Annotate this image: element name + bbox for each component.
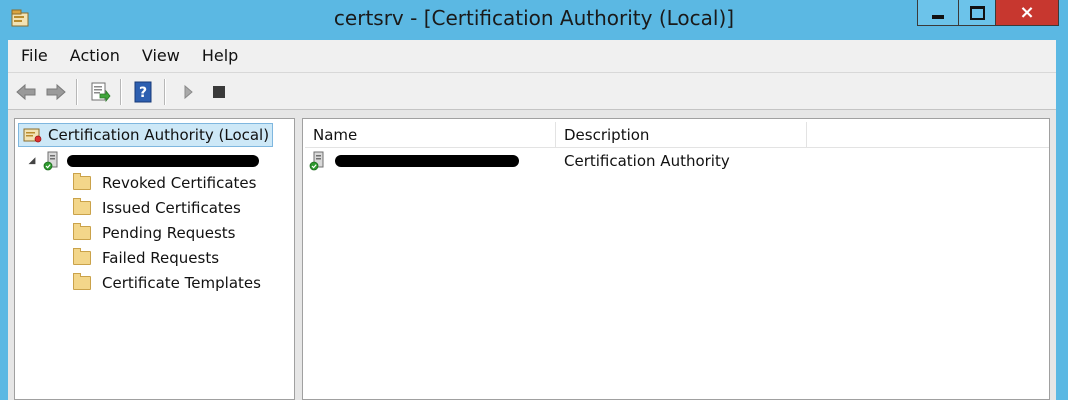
folder-icon xyxy=(73,273,91,290)
window-title: certsrv - [Certification Authority (Loca… xyxy=(333,6,735,30)
tree-root-label: Certification Authority (Local) xyxy=(48,126,270,144)
toolbar: ? xyxy=(8,72,1056,110)
help-glyph: ? xyxy=(139,85,147,101)
folder-icon xyxy=(73,198,91,215)
tree-item-label: Pending Requests xyxy=(102,224,236,242)
back-arrow-icon[interactable] xyxy=(14,80,38,104)
menu-help[interactable]: Help xyxy=(191,40,249,72)
console-tree[interactable]: Certification Authority (Local) ◢ Revoke… xyxy=(14,118,295,400)
folder-icon xyxy=(73,173,91,190)
minimize-button[interactable] xyxy=(917,0,959,26)
redacted-ca-name xyxy=(67,155,259,167)
list-item-description: Certification Authority xyxy=(564,149,730,173)
column-header-name[interactable]: Name xyxy=(305,122,556,148)
menu-action[interactable]: Action xyxy=(59,40,131,72)
tree-item-ca-server[interactable]: ◢ xyxy=(25,149,259,173)
export-list-icon[interactable] xyxy=(88,80,112,104)
toolbar-separator xyxy=(76,79,78,105)
list-item-ca[interactable] xyxy=(309,149,519,173)
tree-item-issued-certificates[interactable]: Issued Certificates xyxy=(73,196,241,220)
forward-arrow-icon[interactable] xyxy=(44,80,68,104)
tree-item-certificate-templates[interactable]: Certificate Templates xyxy=(73,271,261,295)
folder-icon xyxy=(73,248,91,265)
collapse-toggle-icon[interactable]: ◢ xyxy=(25,156,39,166)
tree-item-label: Certificate Templates xyxy=(102,274,261,292)
close-icon: × xyxy=(1019,1,1035,23)
tree-item-root[interactable]: Certification Authority (Local) xyxy=(18,123,273,147)
tree-item-failed-requests[interactable]: Failed Requests xyxy=(73,246,219,270)
toolbar-separator xyxy=(164,79,166,105)
maximize-icon xyxy=(969,5,985,20)
menu-bar: File Action View Help xyxy=(8,40,1056,72)
help-icon[interactable]: ? xyxy=(131,80,155,104)
column-header-filler xyxy=(807,122,1049,148)
list-cell-description: Certification Authority xyxy=(564,152,730,170)
menu-file[interactable]: File xyxy=(8,40,59,72)
stop-service-icon[interactable] xyxy=(207,80,231,104)
certificate-authority-icon xyxy=(23,128,42,143)
close-button[interactable]: × xyxy=(995,0,1059,26)
content-area: Certification Authority (Local) ◢ Revoke… xyxy=(8,110,1056,400)
folder-icon xyxy=(73,223,91,240)
ca-server-icon xyxy=(43,151,58,171)
tree-item-label: Revoked Certificates xyxy=(102,174,257,192)
redacted-ca-name xyxy=(335,155,519,167)
toolbar-separator xyxy=(120,79,122,105)
tree-item-revoked-certificates[interactable]: Revoked Certificates xyxy=(73,171,256,195)
minimize-icon xyxy=(932,14,944,19)
title-bar[interactable]: certsrv - [Certification Authority (Loca… xyxy=(0,0,1068,40)
mmc-window: certsrv - [Certification Authority (Loca… xyxy=(0,0,1068,400)
tree-item-label: Issued Certificates xyxy=(102,199,241,217)
tree-item-pending-requests[interactable]: Pending Requests xyxy=(73,221,235,245)
menu-view[interactable]: View xyxy=(131,40,191,72)
column-header-description[interactable]: Description xyxy=(556,122,807,148)
maximize-button[interactable] xyxy=(958,0,996,26)
result-pane[interactable]: Name Description Certification Authority xyxy=(302,118,1050,400)
start-service-icon[interactable] xyxy=(176,80,200,104)
tree-item-label: Failed Requests xyxy=(102,249,220,267)
ca-server-icon xyxy=(309,151,324,171)
